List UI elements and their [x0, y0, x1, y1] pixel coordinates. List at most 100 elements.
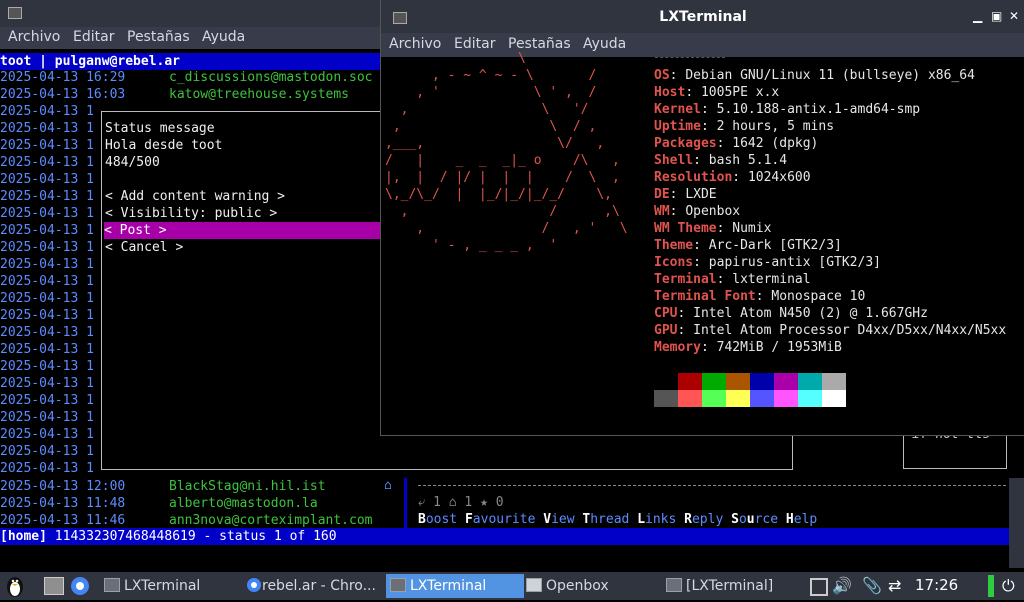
timeline-row[interactable]: 2025-04-13 1	[0, 205, 94, 222]
timeline-row[interactable]: 2025-04-13 1	[0, 460, 94, 477]
close-icon[interactable]: ✕	[1009, 9, 1019, 23]
pane-divider	[404, 478, 407, 528]
desktop-icon[interactable]	[810, 578, 828, 596]
menu-ayuda[interactable]: Ayuda	[202, 29, 245, 45]
menu-pestanas[interactable]: Pestañas	[127, 29, 190, 45]
network-icon[interactable]: ⇄	[888, 576, 901, 595]
action-hotkey[interactable]: u	[747, 512, 755, 527]
status-bar: [home] 114332307468448619 - status 1 of …	[0, 528, 1009, 545]
timeline-row[interactable]: 2025-04-13 1	[0, 409, 94, 426]
action-hotkey[interactable]: R	[684, 512, 692, 527]
action-label[interactable]: oost	[426, 512, 465, 527]
timeline-row[interactable]: 2025-04-13 1	[0, 358, 94, 375]
timeline-date: 2025-04-13 1	[0, 240, 94, 255]
timeline-date: 2025-04-13 1	[0, 223, 94, 238]
action-hotkey[interactable]: V	[543, 512, 551, 527]
file-manager-icon[interactable]	[44, 577, 64, 595]
action-hotkey[interactable]: H	[786, 512, 794, 527]
cancel-button[interactable]: < Cancel >	[105, 239, 183, 256]
start-menu-icon[interactable]	[4, 574, 26, 598]
front-terminal-titlebar[interactable]: LXTerminal ▁ ▣ ✕	[381, 0, 1024, 33]
action-hotkey[interactable]: B	[418, 512, 426, 527]
timeline-row[interactable]: 2025-04-13 1	[0, 256, 94, 273]
timeline-row[interactable]: 2025-04-13 1	[0, 375, 94, 392]
post-button[interactable]: < Post >	[104, 222, 384, 239]
info-colon: :	[716, 136, 733, 151]
minimize-icon[interactable]: ▁	[973, 9, 982, 23]
separator-line	[418, 485, 1006, 486]
task-label: rebel.ar - Chro...	[262, 578, 376, 594]
timeline-row[interactable]: 2025-04-13 1	[0, 290, 94, 307]
timeline-row[interactable]: 2025-04-13 1	[0, 443, 94, 460]
scrollbar[interactable]	[1009, 478, 1024, 568]
attachment-icon[interactable]: 📎	[862, 576, 882, 595]
info-key: WM Theme	[654, 221, 717, 236]
timeline-row[interactable]: 2025-04-13 1	[0, 392, 94, 409]
post-button-label: < Post >	[104, 223, 167, 238]
info-line: CPU: Intel Atom N450 (2) @ 1.667GHz	[654, 305, 1006, 322]
info-colon: :	[693, 255, 709, 270]
maximize-icon[interactable]: ▣	[991, 9, 1002, 23]
action-label[interactable]: eply	[692, 512, 731, 527]
info-colon: :	[716, 272, 733, 287]
timeline-row[interactable]: 2025-04-13 1	[0, 222, 94, 239]
timeline-date: 2025-04-13 1	[0, 444, 94, 459]
timeline-row[interactable]: 2025-04-13 1	[0, 103, 94, 120]
palette-swatch	[726, 373, 750, 390]
info-colon: :	[685, 85, 701, 100]
action-hotkey[interactable]: L	[637, 512, 645, 527]
info-colon: :	[677, 306, 694, 321]
action-label[interactable]: o	[739, 512, 747, 527]
content-warning-button[interactable]: < Add content warning >	[105, 188, 285, 205]
task-lxterminal-1[interactable]: LXTerminal	[104, 574, 244, 598]
timeline-row[interactable]: 2025-04-13 1	[0, 307, 94, 324]
timeline-row[interactable]: 2025-04-13 16:03 katow@treehouse.systems	[0, 86, 349, 103]
status-text: 114332307468448619 - status 1 of 160	[46, 529, 337, 544]
power-icon[interactable]: ⏻	[1002, 576, 1015, 596]
action-hotkey[interactable]: S	[731, 512, 739, 527]
timeline-row[interactable]: 2025-04-13 1	[0, 324, 94, 341]
timeline-date: 2025-04-13 1	[0, 325, 94, 340]
action-label[interactable]: elp	[794, 512, 817, 527]
timeline-row[interactable]: 2025-04-13 1	[0, 273, 94, 290]
timeline-row[interactable]: 2025-04-13 1	[0, 426, 94, 443]
back-terminal-titlebar[interactable]	[0, 0, 380, 27]
menu-editar[interactable]: Editar	[73, 29, 114, 45]
logo-line: ,___, \/ ,	[385, 136, 605, 151]
timeline-row[interactable]: 2025-04-13 1	[0, 137, 94, 154]
status-text-input[interactable]: Hola desde toot	[105, 137, 222, 154]
timeline-row[interactable]: 2025-04-13 1	[0, 171, 94, 188]
timeline-row[interactable]: 2025-04-13 16:29 c_discussions@mastodon.s…	[0, 69, 373, 86]
timeline-row[interactable]: 2025-04-13 11:46 ann3nova@corteximplant.c…	[0, 512, 373, 529]
info-line: DE: LXDE	[654, 186, 1006, 203]
visibility-button[interactable]: < Visibility: public >	[105, 205, 277, 222]
timeline-row[interactable]: 2025-04-13 1	[0, 341, 94, 358]
timeline-row[interactable]: 2025-04-13 11:48 alberto@mastodon.la	[0, 495, 318, 512]
timeline-row[interactable]: 2025-04-13 1	[0, 239, 94, 256]
action-hotkey[interactable]: F	[465, 512, 473, 527]
task-lxterminal-3[interactable]: [LXTerminal]	[666, 574, 802, 598]
action-label[interactable]: iew	[551, 512, 582, 527]
info-line: Host: 1005PE x.x	[654, 84, 1006, 101]
clock[interactable]: 17:26	[915, 576, 958, 594]
timeline-date: 2025-04-13 11:46	[0, 513, 126, 528]
action-label[interactable]: inks	[645, 512, 684, 527]
task-openbox[interactable]: Openbox	[526, 574, 664, 598]
palette-swatch	[750, 373, 774, 390]
logo-line: ' - , _ _ _ , '	[385, 238, 558, 253]
timeline-row[interactable]: 2025-04-13 12:00 BlackStag@ni.hil.ist	[0, 478, 326, 495]
menu-archivo[interactable]: Archivo	[8, 29, 60, 45]
task-chrome[interactable]: rebel.ar - Chro...	[246, 574, 382, 598]
timeline-row[interactable]: 2025-04-13 1	[0, 120, 94, 137]
info-colon: :	[693, 153, 709, 168]
action-label[interactable]: avourite	[473, 512, 543, 527]
timeline-row[interactable]: 2025-04-13 1	[0, 188, 94, 205]
task-lxterminal-2[interactable]: LXTerminal	[386, 574, 524, 598]
window-title: LXTerminal	[659, 9, 747, 25]
volume-icon[interactable]: 🔊	[832, 576, 852, 595]
browser-launcher-icon[interactable]	[70, 576, 90, 600]
timeline-row[interactable]: 2025-04-13 1	[0, 154, 94, 171]
action-label[interactable]: rce	[755, 512, 786, 527]
info-line: Resolution: 1024x600	[654, 169, 1006, 186]
action-label[interactable]: hread	[590, 512, 637, 527]
